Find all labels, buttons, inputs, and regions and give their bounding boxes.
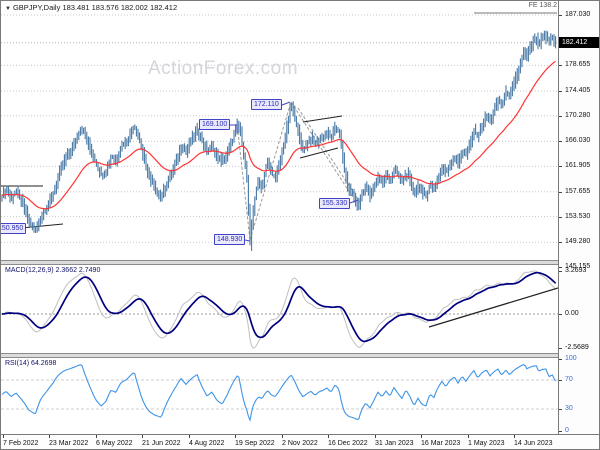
time-tick-mark [235, 435, 236, 438]
axis-value-label: 157.655 [565, 188, 591, 195]
axis-tick-mark [559, 141, 562, 142]
axis-value-label: 70 [565, 376, 573, 383]
time-tick-mark [189, 435, 190, 438]
time-axis-label: 19 Sep 2022 [235, 440, 275, 447]
time-axis-label: 6 May 2022 [96, 440, 133, 447]
macd-indicator-label: MACD(12,26,9) 2.3662 2.7490 [5, 267, 101, 274]
axis-value-label: 178.655 [565, 61, 591, 68]
axis-tick-mark [559, 409, 562, 410]
axis-value-label: 153.530 [565, 213, 591, 220]
axis-tick-mark [559, 267, 562, 268]
time-tick-mark [49, 435, 50, 438]
time-axis-label: 2 Nov 2022 [282, 440, 318, 447]
price-chart-canvas[interactable] [1, 1, 558, 260]
time-tick-mark [282, 435, 283, 438]
time-axis-label: 1 May 2023 [468, 440, 505, 447]
price-callout-label: 169.100 [199, 119, 231, 130]
price-callout-label: 148.930 [214, 234, 246, 245]
macd-chart-canvas[interactable] [1, 265, 558, 353]
axis-value-label: 0.00 [565, 310, 579, 317]
time-axis[interactable]: 7 Feb 2022 23 Mar 2022 6 May 2022 21 Jun 20… [1, 434, 599, 449]
time-tick-mark [514, 435, 515, 438]
axis-value-label: 166.030 [565, 137, 591, 144]
axis-value-label: 170.280 [565, 112, 591, 119]
axis-value-label: 149.280 [565, 238, 591, 245]
price-callout-label: 155.330 [319, 198, 351, 209]
axis-value-label: -2.5689 [565, 344, 589, 351]
time-axis-label: 14 Jun 2023 [514, 440, 553, 447]
current-price-tag: 182.412 [559, 37, 599, 48]
time-tick-mark [421, 435, 422, 438]
axis-value-label: 30 [565, 405, 573, 412]
axis-tick-mark [559, 271, 562, 272]
time-tick-mark [468, 435, 469, 438]
rsi-indicator-label: RSI(14) 64.2698 [5, 360, 57, 367]
symbol-dropdown-icon[interactable]: ▼ [5, 6, 11, 12]
axis-value-label: 187.030 [565, 11, 591, 18]
time-tick-mark [328, 435, 329, 438]
axis-tick-mark [559, 242, 562, 243]
ohlc-values: 183.481 183.576 182.002 182.412 [62, 3, 178, 12]
time-tick-mark [375, 435, 376, 438]
time-axis-label: 23 Mar 2022 [49, 440, 89, 447]
time-axis-label: 31 Jan 2023 [375, 440, 414, 447]
axis-tick-mark [559, 431, 562, 432]
axis-tick-mark [559, 65, 562, 66]
axis-value-label: 3.2693 [565, 267, 587, 274]
axis-value-label: 174.405 [565, 87, 591, 94]
axis-tick-mark [559, 116, 562, 117]
time-axis-label: 21 Jun 2022 [142, 440, 181, 447]
time-tick-mark [96, 435, 97, 438]
chart-window: ▼ GBPJPY,Daily 183.481 183.576 182.002 18… [0, 0, 600, 450]
axis-value-label: 161.905 [565, 162, 591, 169]
axis-tick-mark [559, 192, 562, 193]
fib-expansion-label: FE 138.2 [528, 2, 557, 9]
time-axis-label: 16 Dec 2022 [328, 440, 368, 447]
price-callout-label: 150.950 [1, 223, 27, 234]
time-tick-mark [3, 435, 4, 438]
price-axis[interactable]: 187.030 178.655 174.405 170.280 166.030 161.9… [558, 1, 599, 434]
symbol-name: GBPJPY,Daily [12, 3, 61, 12]
axis-tick-mark [559, 15, 562, 16]
axis-tick-mark [559, 359, 562, 360]
rsi-chart-canvas[interactable] [1, 358, 558, 434]
time-axis-label: 16 Mar 2023 [421, 440, 461, 447]
axis-tick-mark [559, 314, 562, 315]
time-axis-label: 4 Aug 2022 [189, 440, 225, 447]
axis-tick-mark [559, 91, 562, 92]
axis-value-label: 100 [565, 355, 577, 362]
watermark: ActionForex.com [148, 58, 299, 79]
axis-tick-mark [559, 348, 562, 349]
price-callout-label: 172.110 [251, 99, 282, 110]
axis-tick-mark [559, 166, 562, 167]
chart-title: ▼ GBPJPY,Daily 183.481 183.576 182.002 18… [5, 3, 177, 12]
time-tick-mark [142, 435, 143, 438]
axis-tick-mark [559, 380, 562, 381]
time-axis-label: 7 Feb 2022 [3, 440, 39, 447]
axis-tick-mark [559, 217, 562, 218]
